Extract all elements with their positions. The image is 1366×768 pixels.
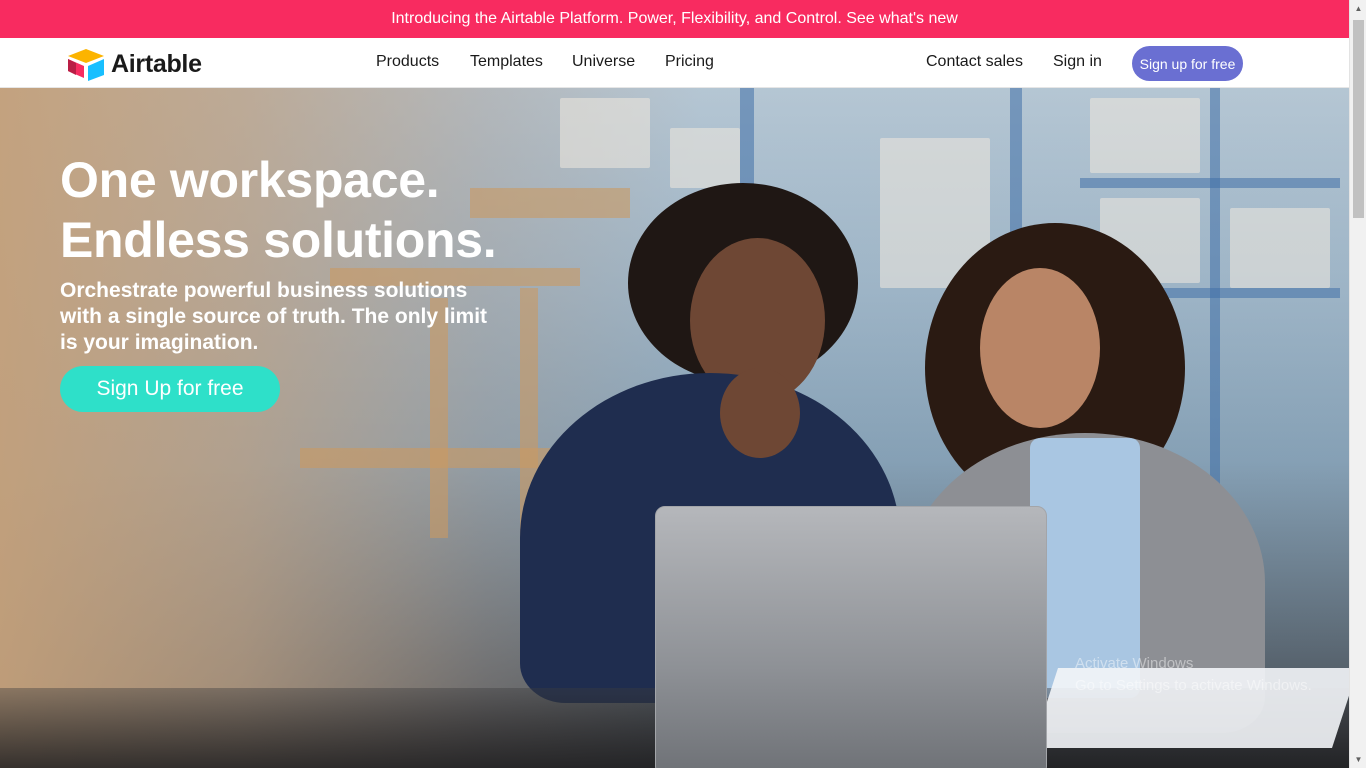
- nav-contact-sales[interactable]: Contact sales: [926, 53, 1023, 71]
- nav-sign-in[interactable]: Sign in: [1053, 53, 1102, 71]
- top-nav: Airtable Products Templates Universe Pri…: [0, 38, 1349, 88]
- nav-products[interactable]: Products: [376, 53, 439, 71]
- watermark-line-1: Activate Windows: [1075, 655, 1194, 672]
- nav-universe[interactable]: Universe: [572, 53, 635, 71]
- watermark-line-2: Go to Settings to activate Windows.: [1075, 677, 1312, 694]
- nav-templates[interactable]: Templates: [470, 53, 543, 71]
- scroll-down-icon[interactable]: ▼: [1350, 751, 1366, 768]
- signup-button[interactable]: Sign up for free: [1132, 46, 1243, 81]
- brand-logo[interactable]: Airtable: [66, 48, 202, 81]
- headline-line-2: Endless solutions.: [60, 212, 497, 268]
- hero-subheading: Orchestrate powerful business solutions …: [60, 279, 488, 354]
- announcement-banner[interactable]: Introducing the Airtable Platform. Power…: [0, 0, 1349, 38]
- scrollbar-thumb[interactable]: [1353, 20, 1364, 218]
- headline-line-1: One workspace.: [60, 152, 440, 208]
- airtable-logo-icon: [68, 49, 104, 81]
- hero-section: One workspace. Endless solutions. Orches…: [0, 88, 1349, 768]
- hero-headline: One workspace. Endless solutions.: [60, 150, 497, 270]
- laptop-image: [655, 506, 1047, 768]
- scroll-up-icon[interactable]: ▲: [1350, 0, 1366, 17]
- brand-name: Airtable: [111, 50, 202, 78]
- announcement-text[interactable]: Introducing the Airtable Platform. Power…: [391, 10, 958, 28]
- vertical-scrollbar[interactable]: ▲ ▼: [1349, 0, 1366, 768]
- hero-signup-button[interactable]: Sign Up for free: [60, 366, 280, 412]
- nav-pricing[interactable]: Pricing: [665, 53, 714, 71]
- windows-activation-watermark: Activate Windows Go to Settings to activ…: [1075, 653, 1312, 697]
